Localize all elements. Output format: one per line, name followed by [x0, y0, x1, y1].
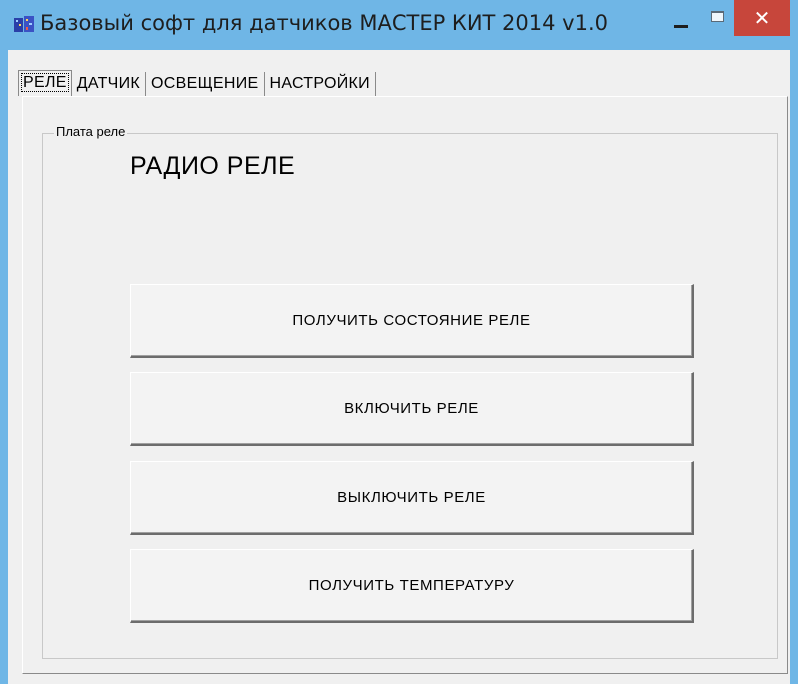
app-window: Базовый софт для датчиков МАСТЕР КИТ 201…	[0, 0, 798, 684]
get-relay-state-button[interactable]: ПОЛУЧИТЬ СОСТОЯНИЕ РЕЛЕ	[130, 284, 694, 358]
tab-strip: РЕЛЕ ДАТЧИК ОСВЕЩЕНИЕ НАСТРОЙКИ	[18, 70, 376, 96]
title-bar[interactable]: Базовый софт для датчиков МАСТЕР КИТ 201…	[0, 0, 798, 50]
tab-label: ОСВЕЩЕНИЕ	[151, 75, 259, 92]
tab-nastroyki[interactable]: НАСТРОЙКИ	[265, 72, 376, 96]
radio-relay-heading: РАДИО РЕЛЕ	[130, 152, 296, 180]
tab-osveshchenie[interactable]: ОСВЕЩЕНИЕ	[146, 72, 265, 96]
window-title: Базовый софт для датчиков МАСТЕР КИТ 201…	[40, 11, 608, 35]
group-box-title: Плата реле	[54, 124, 128, 139]
tab-label: НАСТРОЙКИ	[269, 75, 370, 92]
maximize-button[interactable]	[706, 8, 730, 30]
tab-datchik[interactable]: ДАТЧИК	[72, 72, 147, 96]
get-temperature-button[interactable]: ПОЛУЧИТЬ ТЕМПЕРАТУРУ	[130, 549, 694, 623]
turn-off-relay-button[interactable]: ВЫКЛЮЧИТЬ РЕЛЕ	[130, 461, 694, 535]
app-icon[interactable]	[14, 16, 34, 34]
tab-rele[interactable]: РЕЛЕ	[18, 70, 72, 96]
tab-label: ДАТЧИК	[76, 75, 141, 92]
tab-label: РЕЛЕ	[21, 73, 69, 92]
minimize-button[interactable]	[670, 14, 700, 36]
close-button[interactable]: ✕	[734, 0, 790, 36]
turn-on-relay-button[interactable]: ВКЛЮЧИТЬ РЕЛЕ	[130, 372, 694, 446]
